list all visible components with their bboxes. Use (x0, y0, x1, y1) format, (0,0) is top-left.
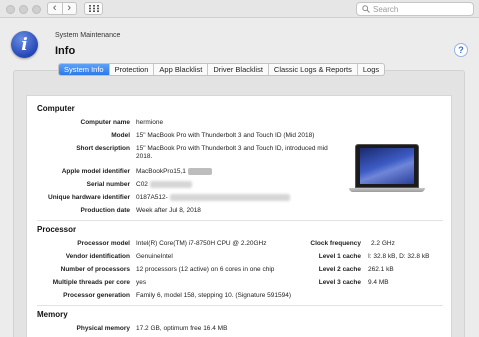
label-unique-hardware-identifier: Unique hardware identifier (48, 194, 130, 201)
grid-icon (88, 5, 99, 12)
section-title-memory: Memory (37, 310, 68, 319)
value-clock-frequency: 2.2 GHz (371, 240, 395, 247)
value-model: 15" MacBook Pro with Thunderbolt 3 and T… (136, 132, 315, 139)
redaction-block (187, 168, 212, 175)
label-processor-model: Processor model (77, 240, 130, 247)
tab-app-blacklist[interactable]: App Blacklist (153, 64, 207, 75)
show-all-button[interactable] (84, 2, 103, 15)
pane-heading: Info (55, 45, 76, 57)
label-apple-model-identifier: Apple model identifier (61, 168, 130, 175)
value-production-date: Week after Jul 8, 2018 (136, 207, 201, 214)
system-info-panel: Computer Computer name hermione Model 15… (26, 95, 452, 337)
label-clock-frequency: Clock frequency (310, 240, 361, 247)
search-field[interactable] (356, 2, 474, 16)
label-vendor-identification: Vendor identification (65, 253, 130, 260)
value-multiple-threads-per-core: yes (136, 279, 147, 286)
redaction-blur (169, 194, 290, 201)
chevron-left-icon: ‹ (52, 2, 57, 14)
window-toolbar: ‹ › (0, 0, 479, 18)
value-vendor-identification: GenuineIntel (136, 253, 173, 260)
tab-classic-logs-reports[interactable]: Classic Logs & Reports (267, 64, 357, 75)
chevron-right-icon: › (67, 2, 72, 14)
tab-bar: System Info Protection App Blacklist Dri… (58, 63, 386, 76)
tab-logs[interactable]: Logs (356, 64, 384, 75)
label-level-3-cache: Level 3 cache (318, 279, 361, 286)
value-processor-model: Intel(R) Core(TM) i7-8750H CPU @ 2.20GHz (136, 240, 267, 247)
redaction-blur (149, 181, 192, 188)
label-serial-number: Serial number (86, 181, 130, 188)
label-computer-name: Computer name (80, 119, 130, 126)
zoom-window-button[interactable] (32, 5, 41, 14)
navigation-buttons: ‹ › (47, 2, 77, 15)
value-serial-number: C02 (136, 181, 192, 189)
macbook-image (349, 144, 425, 196)
value-short-description: 15" MacBook Pro with Thunderbolt 3 and T… (136, 145, 328, 160)
pane-title: System Maintenance (55, 32, 121, 39)
value-number-of-processors: 12 processors (12 active) on 6 cores in … (136, 266, 275, 273)
close-window-button[interactable] (6, 5, 15, 14)
value-level-1-cache: I: 32.8 kB, D: 32.8 kB (368, 253, 430, 260)
minimize-window-button[interactable] (19, 5, 28, 14)
value-physical-memory: 17.2 GB, optimum free 16.4 MB (136, 325, 228, 332)
value-computer-name: hermione (136, 119, 164, 126)
label-processor-generation: Processor generation (63, 292, 130, 299)
section-divider (37, 220, 443, 221)
help-button[interactable]: ? (454, 43, 468, 57)
label-model: Model (111, 132, 130, 139)
value-level-3-cache: 9.4 MB (368, 279, 389, 286)
tab-system-info[interactable]: System Info (59, 64, 109, 75)
label-multiple-threads-per-core: Multiple threads per core (52, 279, 130, 286)
label-number-of-processors: Number of processors (60, 266, 130, 273)
search-input[interactable] (373, 4, 468, 14)
tab-protection[interactable]: Protection (108, 64, 154, 75)
value-level-2-cache: 262.1 kB (368, 266, 394, 273)
back-button[interactable]: ‹ (48, 3, 62, 14)
label-production-date: Production date (80, 207, 130, 214)
info-icon: i (11, 31, 38, 58)
label-level-2-cache: Level 2 cache (318, 266, 361, 273)
forward-button[interactable]: › (61, 2, 77, 14)
label-level-1-cache: Level 1 cache (318, 253, 361, 260)
tab-driver-blacklist[interactable]: Driver Blacklist (207, 64, 268, 75)
value-apple-model-identifier: MacBookPro15,1 (136, 168, 212, 176)
value-processor-generation: Family 6, model 158, stepping 10. (Signa… (136, 292, 292, 299)
label-physical-memory: Physical memory (76, 325, 130, 332)
label-short-description: Short description (76, 145, 130, 152)
section-title-computer: Computer (37, 104, 75, 113)
search-icon (362, 5, 370, 13)
value-unique-hardware-identifier: 0187A512- (136, 194, 290, 202)
section-title-processor: Processor (37, 225, 77, 234)
section-divider (37, 305, 443, 306)
